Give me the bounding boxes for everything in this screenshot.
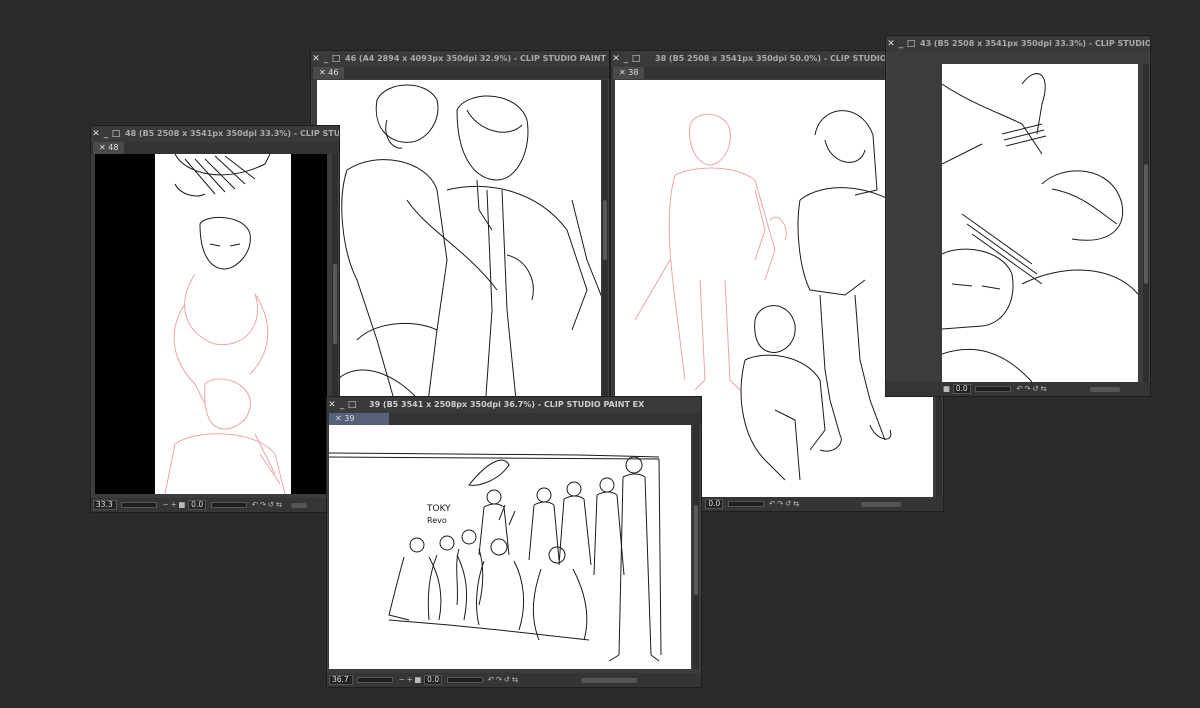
tab-close-icon[interactable]: ✕ <box>619 68 626 77</box>
maximize-icon[interactable]: □ <box>111 126 121 142</box>
canvas-46[interactable] <box>317 80 601 410</box>
vertical-scrollbar[interactable] <box>602 80 608 410</box>
maximize-icon[interactable]: □ <box>331 51 341 67</box>
flip-icon[interactable]: ⇆ <box>1040 382 1048 396</box>
tab-label: 39 <box>344 414 355 423</box>
zoom-field[interactable]: 33.3 <box>93 500 117 510</box>
sketch-vertical-figure <box>164 154 286 494</box>
rotation-field[interactable]: 0.0 <box>952 384 971 394</box>
flip-icon[interactable]: ⇆ <box>275 498 283 512</box>
horizontal-scrollbar[interactable] <box>1089 386 1120 392</box>
sketch-group-portrait: TOKY Revo <box>329 452 662 662</box>
tab-label: 46 <box>328 68 339 77</box>
sketch-panels <box>942 73 1138 382</box>
rotate-left-icon[interactable]: ↶ <box>1016 382 1024 396</box>
window-39[interactable]: ✕ _ □ 39 (B5 3541 x 2508px 350dpi 36.7%) - … <box>326 396 702 688</box>
window-title: 48 (B5 2508 x 3541px 350dpi 33.3%) - CLI… <box>125 129 339 138</box>
close-icon[interactable]: ✕ <box>91 126 101 142</box>
tab-48[interactable]: ✕ 48 <box>93 142 125 154</box>
close-icon[interactable]: ✕ <box>611 51 621 67</box>
rotate-left-icon[interactable]: ↶ <box>251 498 259 512</box>
maximize-icon[interactable]: □ <box>906 36 916 52</box>
title-bar[interactable]: ✕ _ □ 46 (A4 2894 x 4093px 350dpi 32.9%) - … <box>311 51 609 67</box>
zoom-slider[interactable] <box>357 677 394 683</box>
tab-bar: ✕ 48 <box>91 142 339 154</box>
rotate-right-icon[interactable]: ↷ <box>259 498 267 512</box>
vertical-scrollbar[interactable] <box>1143 64 1149 382</box>
fit-view-icon[interactable]: ■ <box>414 673 422 687</box>
maximize-icon[interactable]: □ <box>631 51 641 67</box>
title-bar[interactable]: ✕ _ □ 39 (B5 3541 x 2508px 350dpi 36.7%) - … <box>327 397 701 413</box>
reset-rotation-icon[interactable]: ↺ <box>267 498 275 512</box>
tab-close-icon[interactable]: ✕ <box>319 68 326 77</box>
window-43[interactable]: ✕ _ □ 43 (B5 2508 x 3541px 350dpi 33.3%) - … <box>885 35 1151 397</box>
rotation-field[interactable]: 0.0 <box>424 675 443 685</box>
status-bar: 33.3 − +■ 0.0 ↶ ↷ ↺ ⇆ <box>91 498 339 512</box>
rotation-field[interactable]: 0.0 <box>705 499 724 509</box>
rotate-right-icon[interactable]: ↷ <box>495 673 503 687</box>
tab-bar: ✕ 39 <box>327 413 701 425</box>
zoom-slider[interactable] <box>121 502 158 508</box>
minimize-icon[interactable]: _ <box>337 397 347 413</box>
minimize-icon[interactable]: _ <box>101 126 111 142</box>
canvas-39[interactable]: TOKY Revo <box>329 425 691 669</box>
reset-view-icon[interactable]: ■ <box>942 382 950 396</box>
window-46[interactable]: ✕ _ □ 46 (A4 2894 x 4093px 350dpi 32.9%) - … <box>310 50 610 412</box>
rotate-right-icon[interactable]: ↷ <box>776 497 784 511</box>
rotation-slider[interactable] <box>975 386 1012 392</box>
tab-label: 38 <box>628 68 639 77</box>
close-icon[interactable]: ✕ <box>886 36 896 52</box>
tab-39[interactable]: ✕ 39 <box>329 413 389 425</box>
horizontal-scrollbar[interactable] <box>291 502 308 508</box>
flip-icon[interactable]: ⇆ <box>511 673 519 687</box>
horizontal-scrollbar[interactable] <box>860 501 901 507</box>
maximize-icon[interactable]: □ <box>347 397 357 413</box>
vertical-scrollbar[interactable] <box>693 425 699 669</box>
rotate-left-icon[interactable]: ↶ <box>487 673 495 687</box>
close-icon[interactable]: ✕ <box>311 51 321 67</box>
minimize-icon[interactable]: _ <box>896 36 906 52</box>
horizontal-scrollbar[interactable] <box>581 677 638 683</box>
window-title: 43 (B5 2508 x 3541px 350dpi 33.3%) - CLI… <box>920 39 1150 48</box>
zoom-field[interactable]: 36.7 <box>329 675 353 685</box>
fit-view-icon[interactable]: ■ <box>178 498 186 512</box>
window-title: 39 (B5 3541 x 2508px 350dpi 36.7%) - CLI… <box>369 400 645 409</box>
rotate-right-icon[interactable]: ↷ <box>1024 382 1032 396</box>
canvas-48[interactable] <box>95 154 327 494</box>
zoom-in-icon[interactable]: + <box>406 673 414 687</box>
reset-rotation-icon[interactable]: ↺ <box>1032 382 1040 396</box>
tab-close-icon[interactable]: ✕ <box>99 143 106 152</box>
sketch-two-figures <box>336 84 601 410</box>
tab-label: 48 <box>108 143 119 152</box>
status-bar: 36.7 − +■ 0.0 ↶ ↷ ↺ ⇆ <box>327 673 701 687</box>
tab-38[interactable]: ✕ 38 <box>613 67 645 79</box>
minimize-icon[interactable]: _ <box>621 51 631 67</box>
rotate-left-icon[interactable]: ↶ <box>768 497 776 511</box>
zoom-out-icon[interactable]: − <box>162 498 170 512</box>
sketch-text-revo: Revo <box>427 516 447 525</box>
zoom-in-icon[interactable]: + <box>170 498 178 512</box>
tab-46[interactable]: ✕ 46 <box>313 67 345 79</box>
title-bar[interactable]: ✕ _ □ 48 (B5 2508 x 3541px 350dpi 33.3%) - … <box>91 126 339 142</box>
tab-close-icon[interactable]: ✕ <box>335 414 342 423</box>
sketch-text-toky: TOKY <box>426 504 451 514</box>
minimize-icon[interactable]: _ <box>321 51 331 67</box>
canvas-43[interactable] <box>942 64 1138 382</box>
status-bar: ■ 0.0 ↶ ↷ ↺ ⇆ <box>886 382 1150 396</box>
page-area <box>155 154 291 494</box>
close-icon[interactable]: ✕ <box>327 397 337 413</box>
reset-rotation-icon[interactable]: ↺ <box>503 673 511 687</box>
tab-bar: ✕ 46 <box>311 67 609 79</box>
flip-icon[interactable]: ⇆ <box>792 497 800 511</box>
rotation-slider[interactable] <box>727 501 764 507</box>
reset-rotation-icon[interactable]: ↺ <box>784 497 792 511</box>
title-bar[interactable]: ✕ _ □ 43 (B5 2508 x 3541px 350dpi 33.3%) - … <box>886 36 1150 52</box>
window-48[interactable]: ✕ _ □ 48 (B5 2508 x 3541px 350dpi 33.3%) - … <box>90 125 340 513</box>
zoom-out-icon[interactable]: − <box>398 673 406 687</box>
rotation-field[interactable]: 0.0 <box>188 500 207 510</box>
rotation-slider[interactable] <box>446 677 483 683</box>
window-title: 46 (A4 2894 x 4093px 350dpi 32.9%) - CLI… <box>345 54 609 63</box>
rotation-slider[interactable] <box>210 502 247 508</box>
